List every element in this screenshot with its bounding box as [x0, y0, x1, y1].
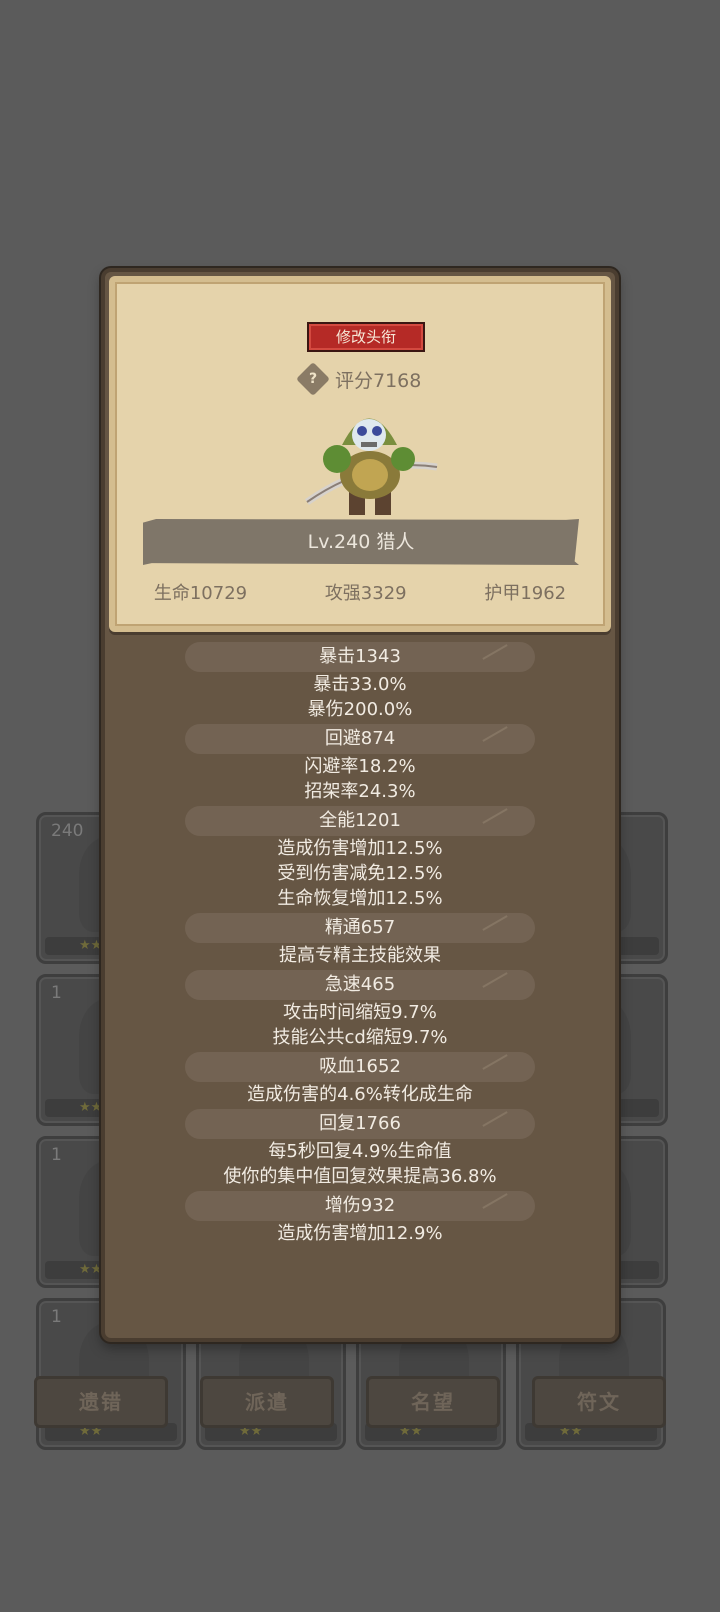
remnant-button[interactable]: 遗错 [34, 1376, 168, 1428]
hp-stat: 生命10729 [153, 583, 248, 604]
hero-card-level: 1 [51, 1307, 62, 1327]
hero-name-bar: Lv.240 猎人 [143, 519, 579, 565]
stat-detail: 使你的集中值回复效果提高36.8% [223, 1166, 497, 1187]
stat-detail: 每5秒回复4.9%生命值 [268, 1141, 452, 1162]
stat-header-regen: 回复1766 [185, 1109, 535, 1139]
stat-header-mastery: 精通657 [185, 913, 535, 943]
stat-header-leech: 吸血1652 [185, 1052, 535, 1082]
score-value: 评分7168 [335, 369, 422, 392]
stat-detail: 造成伤害增加12.5% [277, 838, 443, 859]
stat-detail: 受到伤害减免12.5% [277, 863, 443, 884]
hero-card-level: 1 [51, 983, 62, 1003]
hunter-hero-sprite [305, 418, 438, 515]
hero-header-panel: 修改头衔 ? 评分7168 Lv.240 猎人 生命10729 攻强3329 护… [109, 276, 611, 632]
stat-detail: 提高专精主技能效果 [279, 945, 441, 966]
stat-detail: 暴伤200.0% [307, 699, 413, 720]
stat-header-versatility: 全能1201 [185, 806, 535, 836]
score-row: ? 评分7168 [296, 362, 422, 396]
hero-card-level: 240 [51, 821, 84, 841]
attack-power-stat: 攻强3329 [324, 583, 407, 604]
dispatch-button[interactable]: 派遣 [200, 1376, 334, 1428]
hero-detail-dialog: 修改头衔 ? 评分7168 Lv.240 猎人 生命10729 攻强3329 护… [101, 268, 619, 1342]
stat-detail: 造成伤害增加12.9% [277, 1223, 443, 1244]
help-icon[interactable]: ? [296, 362, 330, 396]
basic-stats-row: 生命10729 攻强3329 护甲1962 [115, 579, 605, 609]
rune-button[interactable]: 符文 [532, 1376, 666, 1428]
stat-detail: 招架率24.3% [304, 781, 416, 802]
stat-detail: 造成伤害的4.6%转化成生命 [247, 1084, 473, 1105]
stat-detail: 生命恢复增加12.5% [277, 888, 443, 909]
stat-detail: 攻击时间缩短9.7% [283, 1002, 437, 1023]
stat-header-damage-bonus: 增伤932 [185, 1191, 535, 1221]
stat-header-crit: 暴击1343 [185, 642, 535, 672]
fame-button[interactable]: 名望 [366, 1376, 500, 1428]
armor-stat: 护甲1962 [484, 583, 567, 604]
stat-detail: 闪避率18.2% [304, 756, 416, 777]
stat-detail: 技能公共cd缩短9.7% [272, 1027, 448, 1048]
stat-header-avoidance: 回避874 [185, 724, 535, 754]
stat-detail: 暴击33.0% [313, 674, 407, 695]
secondary-stats-list: 暴击1343 暴击33.0% 暴伤200.0% 回避874 闪避率18.2% 招… [105, 640, 615, 1246]
rename-title-button[interactable]: 修改头衔 [307, 322, 425, 352]
stat-header-haste: 急速465 [185, 970, 535, 1000]
hero-card-level: 1 [51, 1145, 62, 1165]
